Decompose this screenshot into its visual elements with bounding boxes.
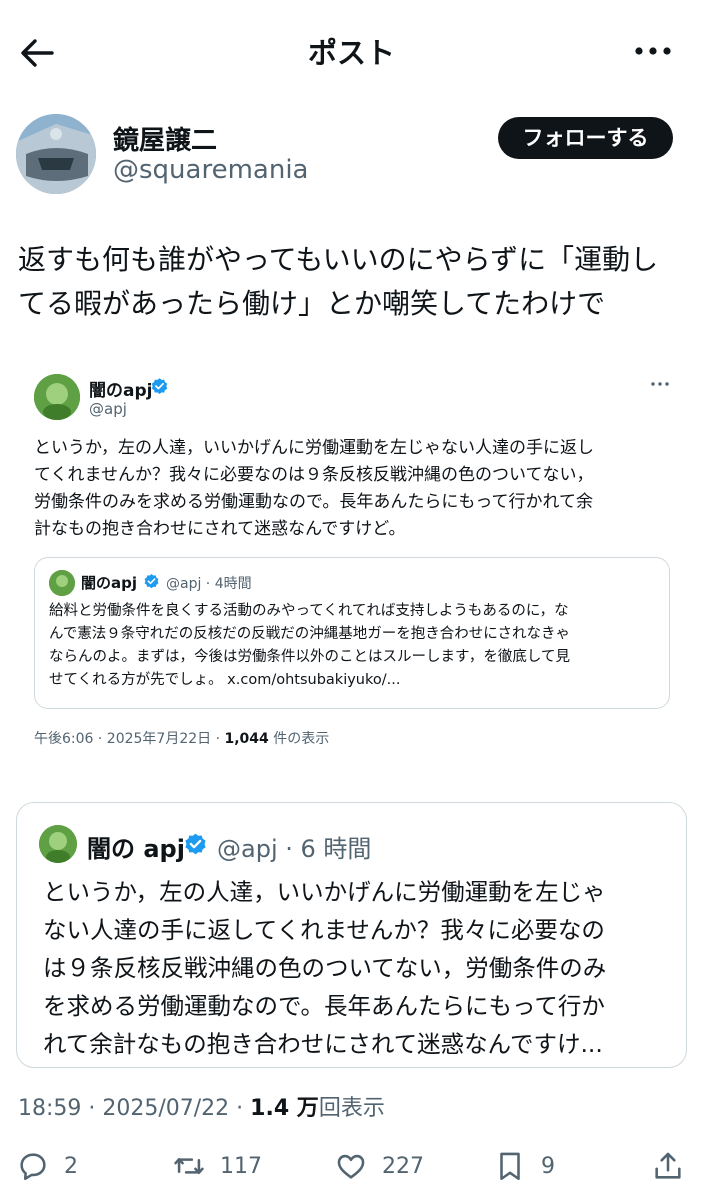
verified-icon: [185, 833, 206, 855]
image-author-name: 闇のapj: [89, 381, 153, 401]
share-icon: [655, 1152, 681, 1179]
image-text-line: 計なもの抱き合わせにされて迷惑なんですけど。: [34, 519, 406, 539]
image-quote-card: 闇のapj @apj · 4時間 給料と労働条件を良くする活動のみやってくれてれ…: [34, 557, 670, 709]
reply-icon: [20, 1153, 46, 1181]
bookmark-button[interactable]: 9: [493, 1146, 555, 1186]
attached-image[interactable]: 闇のapj @apj というか，左の人達，いいかげんに労働運動を左じゃない人達の…: [15, 362, 687, 762]
bookmark-icon: [500, 1152, 520, 1181]
share-button[interactable]: [651, 1146, 685, 1186]
quoted-text-line: れて余計なもの抱き合わせにされて迷惑なんですけ...: [43, 1030, 603, 1058]
repost-button[interactable]: 117: [172, 1146, 262, 1186]
author-handle[interactable]: @squaremania: [113, 155, 308, 185]
bookmark-count: 9: [541, 1153, 555, 1179]
image-quote-line: せてくれる方が先でしょ。 x.com/ohtsubakiyuko/...: [49, 672, 401, 688]
author-avatar[interactable]: [16, 114, 96, 194]
quoted-text-line: ない人達の手に返してくれませんか？我々に必要なの: [43, 916, 605, 944]
post-timestamp-views[interactable]: 18:59 · 2025/07/22 · 1.4 万回表示: [18, 1090, 385, 1122]
image-author-handle: @apj: [89, 400, 127, 418]
post-text-line: 返すも何も誰がやってもいいのにやらずに「運動し: [18, 243, 659, 276]
quoted-author-name: 闇の apj: [87, 835, 185, 863]
like-count: 227: [382, 1153, 424, 1179]
quoted-text-line: というか，左の人達，いいかげんに労働運動を左じゃ: [43, 878, 606, 906]
quoted-post-card[interactable]: 闇の apj @apj · 6 時間 というか，左の人達，いいかげんに労働運動を…: [16, 802, 687, 1068]
image-quote-handle: @apj · 4時間: [166, 576, 252, 592]
quoted-text-line: は９条反核反戦沖縄の色のついてない，労働条件のみ: [43, 954, 607, 982]
image-post-text: というか，左の人達，いいかげんに労働運動を左じゃない人達の手に返し てくれません…: [34, 435, 674, 543]
image-avatar: [34, 374, 80, 420]
more-icon[interactable]: [633, 40, 673, 62]
action-bar: 2 117 227 9: [0, 1140, 703, 1196]
image-quote-text: 給料と労働条件を良くする活動のみやってくれてれば支持しようもあるのに，な んで憲…: [49, 600, 661, 692]
image-text-line: てくれませんか？我々に必要なのは９条反核反戦沖縄の色のついてない，: [34, 465, 594, 485]
repost-count: 117: [220, 1153, 262, 1179]
image-quote-line: 給料と労働条件を良くする活動のみやってくれてれば支持しようもあるのに，な: [49, 603, 569, 619]
follow-button[interactable]: フォローする: [498, 117, 673, 159]
post-text-line: てる暇があったら働け」とか嘲笑してたわけで: [18, 287, 606, 320]
quoted-post-text: というか，左の人達，いいかげんに労働運動を左じゃ ない人達の手に返してくれません…: [43, 873, 675, 1063]
repost-icon: [174, 1157, 204, 1175]
image-quote-avatar: [49, 570, 75, 596]
image-text-line: 労働条件のみを求める労働運動なので。長年あんたらにもって行かれて余: [34, 492, 593, 512]
reply-button[interactable]: 2: [16, 1146, 78, 1186]
image-quote-line: ならんのよ。まずは，今後は労働条件以外のことはスルーします，を徹底して見: [49, 649, 570, 665]
image-post-meta: 午後6:06 · 2025年7月22日 · 1,044 件の表示: [34, 731, 330, 747]
like-button[interactable]: 227: [334, 1146, 424, 1186]
post-text: 返すも何も誰がやってもいいのにやらずに「運動し てる暇があったら働け」とか嘲笑し…: [18, 238, 690, 326]
more-icon: [651, 382, 669, 386]
verified-icon: [144, 574, 159, 589]
image-text-line: というか，左の人達，いいかげんに労働運動を左じゃない人達の手に返し: [34, 438, 594, 458]
verified-icon: [151, 378, 168, 395]
author-name[interactable]: 鏡屋譲二: [113, 120, 217, 157]
header-bar: ポスト: [0, 0, 703, 104]
like-icon: [337, 1154, 365, 1179]
image-quote-name: 闇のapj: [81, 574, 138, 592]
page-title: ポスト: [307, 36, 395, 70]
quoted-text-line: を求める労働運動なので。長年あんたらにもって行か: [43, 992, 605, 1020]
quoted-author-handle: @apj · 6 時間: [217, 835, 372, 863]
image-quote-line: んで憲法９条守れだの反核だの反戦だの沖縄基地ガーを抱き合わせにされなきゃ: [49, 626, 570, 642]
reply-count: 2: [64, 1153, 78, 1179]
quoted-avatar: [39, 825, 77, 863]
